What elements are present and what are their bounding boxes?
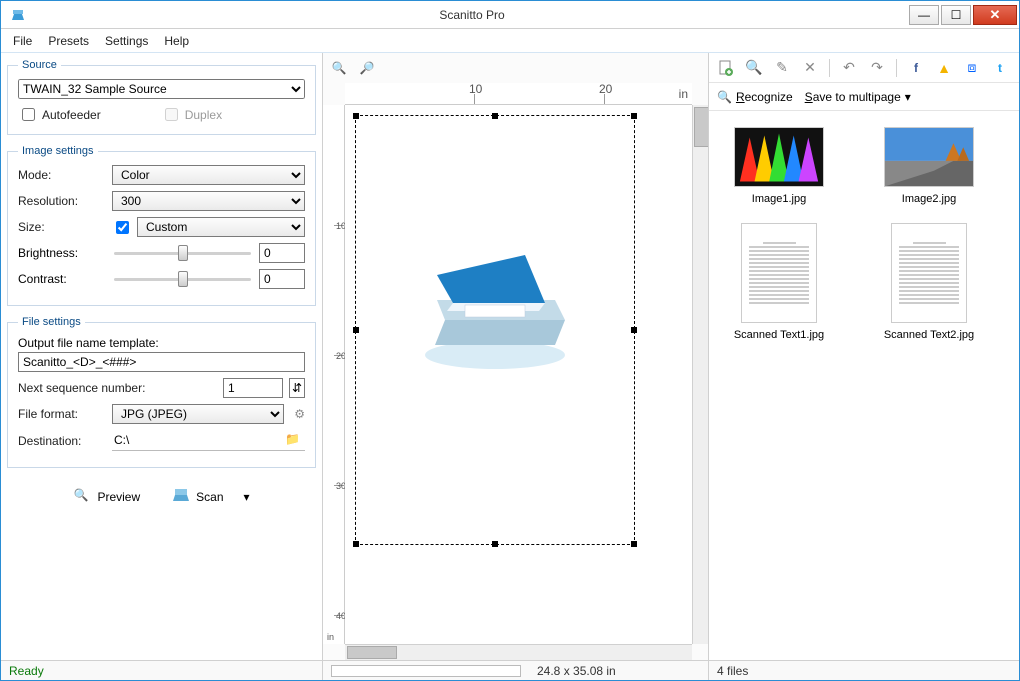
sequence-stepper-icon[interactable]: ⇵ [289,378,305,398]
thumbnail-caption: Scanned Text2.jpg [884,329,974,341]
preview-panel: 🔍 🔎 10 20 in 10 20 30 40 in [323,53,709,660]
add-page-icon[interactable] [717,59,735,77]
scanner-icon [172,488,190,506]
recognize-button[interactable]: 🔍 Recognize [717,90,793,104]
ruler-vertical: 10 20 30 40 in [323,105,345,644]
thumbnail-item[interactable]: Image2.jpg [869,127,989,205]
zoom-page-icon[interactable]: 🔍 [745,59,763,77]
recognize-icon: 🔍 [717,90,732,104]
right-panel: 🔍 ✎ ✕ ↶ ↷ f ▲ ⧈ t 🔍 Recognize Save to mu… [709,53,1019,660]
dropbox-icon[interactable]: ⧈ [963,59,981,77]
menu-settings[interactable]: Settings [97,32,156,50]
format-label: File format: [18,407,106,421]
thumbnail-item[interactable]: Scanned Text2.jpg [869,223,989,341]
mode-label: Mode: [18,168,106,182]
brightness-slider[interactable] [114,243,251,263]
maximize-button[interactable]: ☐ [941,5,971,25]
size-enable-checkbox[interactable] [116,221,129,234]
left-panel: Source TWAIN_32 Sample Source Autofeeder… [1,53,323,660]
status-ready: Ready [1,661,323,680]
thumbnail-image [741,223,817,323]
brightness-value[interactable] [259,243,305,263]
delete-icon[interactable]: ✕ [801,59,819,77]
file-settings-group: File settings Output file name template:… [7,316,316,468]
brightness-label: Brightness: [18,246,106,260]
thumbnail-image [884,127,974,187]
preview-canvas[interactable] [345,105,692,644]
duplex-checkbox: Duplex [161,105,222,124]
contrast-label: Contrast: [18,272,106,286]
template-input[interactable] [18,352,305,372]
save-multipage-button[interactable]: Save to multipage ▾ [805,90,911,104]
sequence-input[interactable] [223,378,283,398]
contrast-value[interactable] [259,269,305,289]
mode-select[interactable]: Color [112,165,305,185]
facebook-icon[interactable]: f [907,59,925,77]
menubar: File Presets Settings Help [1,29,1019,53]
status-dimensions: 24.8 x 35.08 in [529,664,624,678]
autofeeder-checkbox[interactable]: Autofeeder [18,105,101,124]
window-title: Scanitto Pro [35,8,909,22]
preview-button[interactable]: 🔍 Preview [67,484,146,510]
scan-dropdown-icon[interactable]: ▾ [244,490,250,504]
destination-value: C:\ [114,433,281,447]
progress-bar [331,665,521,677]
size-label: Size: [18,220,106,234]
resolution-select[interactable]: 300 [112,191,305,211]
size-select[interactable]: Custom [137,217,305,237]
chevron-down-icon: ▾ [905,90,911,104]
scrollbar-vertical[interactable] [692,105,708,644]
thumbnail-image [891,223,967,323]
edit-page-icon[interactable]: ✎ [773,59,791,77]
minimize-button[interactable]: — [909,5,939,25]
app-icon [9,8,27,22]
source-legend: Source [18,59,61,71]
scan-button[interactable]: Scan ▾ [166,484,255,510]
source-select[interactable]: TWAIN_32 Sample Source [18,79,305,99]
thumbnail-caption: Scanned Text1.jpg [734,329,824,341]
image-settings-group: Image settings Mode: Color Resolution: 3… [7,145,316,306]
destination-label: Destination: [18,434,106,448]
contrast-slider[interactable] [114,269,251,289]
scanner-placeholder-image [405,205,585,385]
format-settings-icon[interactable]: ⚙ [294,407,305,421]
format-select[interactable]: JPG (JPEG) [112,404,284,424]
resolution-label: Resolution: [18,194,106,208]
source-group: Source TWAIN_32 Sample Source Autofeeder… [7,59,316,135]
sequence-label: Next sequence number: [18,381,217,395]
close-button[interactable]: ✕ [973,5,1017,25]
menu-presets[interactable]: Presets [40,32,97,50]
file-settings-legend: File settings [18,316,85,328]
statusbar: Ready 24.8 x 35.08 in 4 files [1,660,1019,680]
ruler-horizontal: 10 20 in [345,83,692,105]
folder-icon[interactable]: 📁 [285,432,303,448]
status-file-count: 4 files [709,664,1019,678]
zoom-out-icon[interactable]: 🔎 [359,60,375,76]
menu-help[interactable]: Help [156,32,197,50]
thumbnail-image [734,127,824,187]
thumbnail-grid: Image1.jpg Image2.jpg [709,111,1019,660]
thumbnail-item[interactable]: Image1.jpg [719,127,839,205]
google-drive-icon[interactable]: ▲ [935,59,953,77]
undo-icon[interactable]: ↶ [840,59,858,77]
template-label: Output file name template: [18,336,305,350]
scrollbar-horizontal[interactable] [345,644,692,660]
thumbnail-item[interactable]: Scanned Text1.jpg [719,223,839,341]
thumbnail-caption: Image1.jpg [752,193,806,205]
magnifier-icon: 🔍 [73,488,91,506]
thumbnail-caption: Image2.jpg [902,193,956,205]
redo-icon[interactable]: ↷ [868,59,886,77]
menu-file[interactable]: File [5,32,40,50]
image-settings-legend: Image settings [18,145,98,157]
titlebar: Scanitto Pro — ☐ ✕ [1,1,1019,29]
twitter-icon[interactable]: t [991,59,1009,77]
zoom-in-icon[interactable]: 🔍 [331,60,347,76]
